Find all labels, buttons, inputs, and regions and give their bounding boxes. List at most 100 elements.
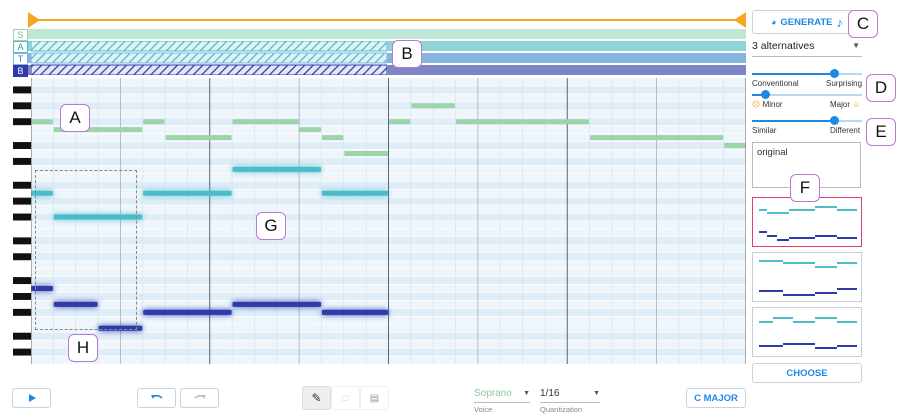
slider-label-different: Different: [830, 126, 861, 135]
play-button[interactable]: [12, 388, 51, 408]
alto-note[interactable]: [321, 190, 388, 196]
callout-d: D: [866, 74, 896, 102]
piano-keyboard[interactable]: [13, 78, 31, 364]
black-key[interactable]: [13, 197, 31, 205]
white-key[interactable]: [13, 173, 31, 181]
select-tool-button[interactable]: □: [331, 386, 360, 410]
timeline-bar[interactable]: [28, 10, 746, 30]
alternatives-select[interactable]: 3 alternatives ▼: [752, 40, 862, 57]
white-key[interactable]: [13, 150, 31, 157]
soprano-note[interactable]: [165, 135, 232, 141]
slider-label-major: Major ☺: [830, 100, 860, 109]
original-label: original: [757, 147, 788, 158]
mood-slider[interactable]: [752, 90, 862, 100]
black-key[interactable]: [13, 157, 31, 165]
soprano-note[interactable]: [456, 119, 590, 125]
black-key[interactable]: [13, 332, 31, 340]
voice-value: Soprano: [474, 388, 512, 399]
black-key[interactable]: [13, 86, 31, 94]
bucket-icon: ◕: [770, 17, 777, 27]
white-key[interactable]: [13, 78, 31, 86]
start-marker-icon[interactable]: [28, 12, 40, 28]
black-key[interactable]: [13, 277, 31, 285]
alternative-3[interactable]: [752, 307, 862, 357]
bass-note[interactable]: [232, 301, 321, 307]
delete-tool-button[interactable]: ▤: [360, 386, 389, 410]
white-key[interactable]: [13, 205, 31, 213]
selection-box[interactable]: [35, 170, 137, 330]
voice-label-alto[interactable]: A: [13, 41, 28, 53]
white-key[interactable]: [13, 189, 31, 197]
similarity-slider[interactable]: [752, 116, 862, 126]
white-key[interactable]: [13, 261, 31, 269]
white-key[interactable]: [13, 269, 31, 277]
undo-icon: [150, 394, 162, 399]
voice-select[interactable]: Soprano ▼: [474, 388, 530, 403]
black-key[interactable]: [13, 253, 31, 261]
white-key[interactable]: [13, 356, 31, 364]
black-key[interactable]: [13, 348, 31, 356]
slider-thumb[interactable]: [830, 69, 839, 78]
black-key[interactable]: [13, 237, 31, 245]
piano-roll-grid[interactable]: [31, 78, 746, 364]
voice-label-tenor[interactable]: T: [13, 53, 28, 65]
alternative-2-preview: [759, 260, 857, 296]
black-key[interactable]: [13, 293, 31, 300]
soprano-note[interactable]: [411, 103, 456, 109]
soprano-note[interactable]: [724, 143, 746, 149]
soprano-note[interactable]: [232, 119, 299, 125]
white-key[interactable]: [13, 340, 31, 348]
callout-e: E: [866, 118, 896, 146]
soprano-note[interactable]: [321, 135, 344, 141]
white-key[interactable]: [13, 229, 31, 237]
bass-note[interactable]: [321, 309, 388, 315]
slider-thumb[interactable]: [761, 90, 770, 99]
soprano-note[interactable]: [344, 150, 388, 156]
soprano-note[interactable]: [590, 135, 724, 141]
white-key[interactable]: [13, 285, 31, 292]
callout-c: C: [848, 10, 878, 38]
white-key[interactable]: [13, 245, 31, 253]
soprano-note[interactable]: [389, 119, 411, 125]
bass-note[interactable]: [143, 309, 232, 315]
soprano-note[interactable]: [31, 119, 53, 125]
black-key[interactable]: [13, 308, 31, 316]
voice-label-bass[interactable]: B: [13, 65, 28, 77]
soprano-note[interactable]: [299, 127, 321, 133]
alto-note[interactable]: [232, 166, 321, 172]
white-key[interactable]: [13, 300, 31, 308]
white-key[interactable]: [13, 110, 31, 118]
white-key[interactable]: [13, 134, 31, 142]
delete-icon: ▤: [369, 392, 380, 404]
generate-button[interactable]: ◕ GENERATE ♪: [752, 10, 862, 34]
alto-note[interactable]: [143, 190, 232, 196]
slider-thumb[interactable]: [830, 116, 839, 125]
voice-label-soprano[interactable]: S: [13, 29, 28, 41]
white-key[interactable]: [13, 94, 31, 102]
end-marker-icon[interactable]: [734, 12, 746, 28]
callout-a: A: [60, 104, 90, 132]
black-key[interactable]: [13, 118, 31, 126]
quantization-select[interactable]: 1/16 ▼: [540, 388, 600, 403]
sad-face-icon: ☹: [752, 100, 761, 109]
alternative-1[interactable]: [752, 197, 862, 247]
track-soprano[interactable]: [28, 29, 746, 39]
undo-button[interactable]: [137, 388, 176, 408]
alternative-2[interactable]: [752, 252, 862, 302]
black-key[interactable]: [13, 142, 31, 149]
redo-button[interactable]: [180, 388, 219, 408]
black-key[interactable]: [13, 213, 31, 221]
white-key[interactable]: [13, 316, 31, 324]
key-button[interactable]: C MAJOR: [686, 388, 746, 408]
choose-button[interactable]: CHOOSE: [752, 363, 862, 383]
white-key[interactable]: [13, 165, 31, 173]
black-key[interactable]: [13, 102, 31, 110]
soprano-note[interactable]: [143, 119, 165, 125]
white-key[interactable]: [13, 324, 31, 332]
pencil-tool-button[interactable]: ✎: [302, 386, 331, 410]
white-key[interactable]: [13, 221, 31, 229]
surprise-slider[interactable]: [752, 69, 862, 79]
black-key[interactable]: [13, 181, 31, 189]
white-key[interactable]: [13, 126, 31, 134]
callout-h: H: [68, 334, 98, 362]
